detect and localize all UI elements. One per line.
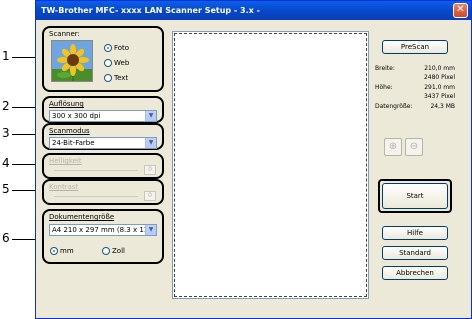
chevron-down-icon[interactable]: ▼ <box>145 138 156 148</box>
docsize-select[interactable]: A4 210 x 297 mm (8.3 x 11.7 ▼ <box>49 224 157 236</box>
zoom-out-icon[interactable]: ⊖ <box>405 138 423 156</box>
title-bar: TW-Brother MFC- xxxx LAN Scanner Setup -… <box>36 1 471 20</box>
radio-web[interactable]: Web <box>104 59 129 67</box>
radio-foto-dot <box>104 44 112 52</box>
callout-2: 2 <box>2 99 10 113</box>
resolution-group: Auflösung 300 x 300 dpi ▼ <box>42 96 164 123</box>
preview-scan-frame <box>174 33 367 297</box>
radio-foto-label: Foto <box>114 44 130 52</box>
scanmode-group: Scanmodus 24-Bit-Farbe ▼ <box>42 123 164 150</box>
start-button-frame: Start <box>378 179 452 213</box>
docsize-value: A4 210 x 297 mm (8.3 x 11.7 <box>52 226 155 234</box>
radio-zoll-label: Zoll <box>112 247 125 255</box>
docsize-group: Dokumentengröße A4 210 x 297 mm (8.3 x 1… <box>42 209 164 264</box>
width-mm: 210,0 mm <box>424 65 455 72</box>
radio-mm-label: mm <box>60 247 74 255</box>
callout-3: 3 <box>2 126 10 140</box>
datasize-label: Datengröße: <box>375 103 413 110</box>
width-label: Breite: <box>375 65 395 72</box>
radio-foto[interactable]: Foto <box>104 44 129 52</box>
radio-web-label: Web <box>114 59 130 67</box>
radio-text-label: Text <box>114 74 129 82</box>
default-button[interactable]: Standard <box>382 246 448 260</box>
radio-mm-dot <box>50 247 58 255</box>
preview-area[interactable] <box>172 31 369 299</box>
prescan-button[interactable]: PreScan <box>382 40 448 54</box>
close-button[interactable]: ✕ <box>453 3 468 18</box>
scanner-group: Scanner: Foto Web Text <box>42 26 164 92</box>
radio-zoll-dot <box>102 247 110 255</box>
datasize-value: 24,3 MB <box>430 103 455 110</box>
contrast-label: Kontrast <box>49 183 79 191</box>
brightness-value[interactable]: 0 <box>144 165 156 175</box>
brightness-group: Helligkeit 0 <box>42 153 164 179</box>
brightness-slider[interactable] <box>54 170 138 171</box>
scanmode-value: 24-Bit-Farbe <box>52 139 95 147</box>
radio-web-dot <box>104 59 112 67</box>
cancel-button[interactable]: Abbrechen <box>382 266 448 280</box>
scanner-label: Scanner: <box>49 30 80 38</box>
sunflower-icon <box>51 40 93 82</box>
width-px: 2480 Pixel <box>423 74 455 81</box>
resolution-select[interactable]: 300 x 300 dpi ▼ <box>49 110 157 122</box>
brightness-label: Helligkeit <box>49 157 82 165</box>
callout-1: 1 <box>2 49 10 63</box>
height-label: Höhe: <box>375 84 393 91</box>
resolution-label: Auflösung <box>49 100 84 108</box>
callout-4: 4 <box>2 156 10 170</box>
scanmode-select[interactable]: 24-Bit-Farbe ▼ <box>49 137 157 149</box>
window-title: TW-Brother MFC- xxxx LAN Scanner Setup -… <box>41 6 260 15</box>
height-mm: 291,0 mm <box>424 84 455 91</box>
resolution-value: 300 x 300 dpi <box>52 112 101 120</box>
zoom-in-icon[interactable]: ⊕ <box>384 138 402 156</box>
scanmode-label: Scanmodus <box>49 127 90 135</box>
chevron-down-icon[interactable]: ▼ <box>145 111 156 121</box>
callout-6: 6 <box>2 231 10 245</box>
radio-mm[interactable]: mm <box>50 247 74 255</box>
contrast-group: Kontrast 0 <box>42 179 164 205</box>
radio-text[interactable]: Text <box>104 74 128 82</box>
callout-5: 5 <box>2 182 10 196</box>
radio-text-dot <box>104 74 112 82</box>
height-px: 3437 Pixel <box>423 93 455 100</box>
docsize-label: Dokumentengröße <box>49 213 115 221</box>
radio-zoll[interactable]: Zoll <box>102 247 125 255</box>
help-button[interactable]: Hilfe <box>382 226 448 240</box>
scanner-setup-window: TW-Brother MFC- xxxx LAN Scanner Setup -… <box>35 0 472 319</box>
contrast-value[interactable]: 0 <box>144 191 156 201</box>
contrast-slider[interactable] <box>54 196 138 197</box>
chevron-down-icon[interactable]: ▼ <box>145 225 156 235</box>
start-button[interactable]: Start <box>382 183 448 209</box>
